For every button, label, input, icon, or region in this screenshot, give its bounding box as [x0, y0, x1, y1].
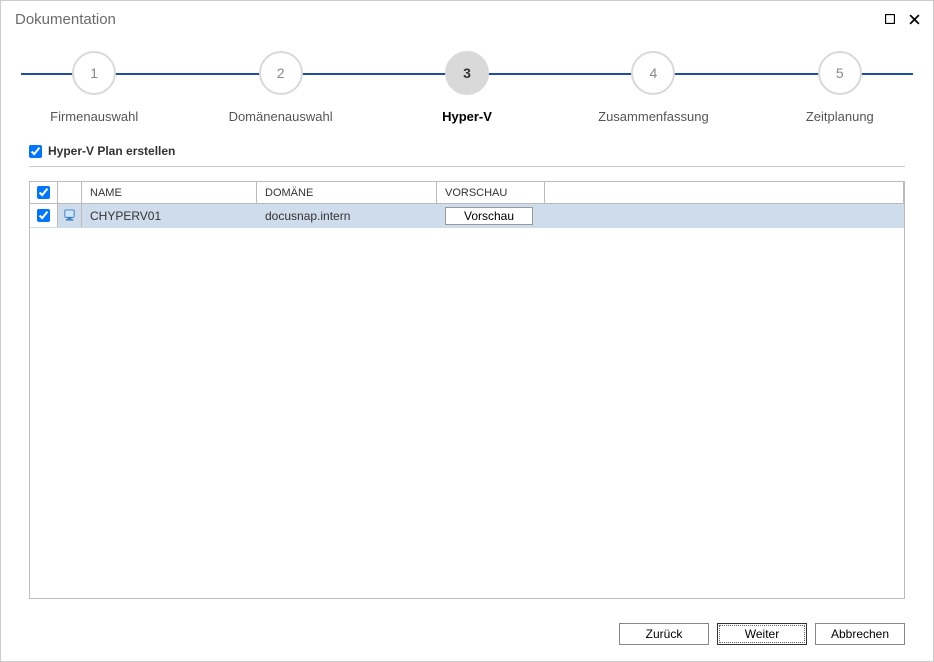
- step-number: 1: [72, 51, 116, 95]
- footer: Zurück Weiter Abbrechen: [1, 611, 933, 661]
- grid: NAME DOMÄNE VORSCHAU: [29, 181, 905, 599]
- back-button[interactable]: Zurück: [619, 623, 709, 645]
- row-name: CHYPERV01: [82, 204, 257, 227]
- step-number: 3: [445, 51, 489, 95]
- server-icon: [63, 209, 76, 222]
- content-area: Hyper-V Plan erstellen NAME DOMÄNE VORSC…: [1, 130, 933, 611]
- header-spacer: [545, 182, 904, 203]
- window-title: Dokumentation: [15, 11, 116, 28]
- close-icon[interactable]: [905, 10, 923, 28]
- step-number: 4: [631, 51, 675, 95]
- step-domaenenauswahl[interactable]: 2 Domänenauswahl: [187, 51, 373, 124]
- next-button[interactable]: Weiter: [717, 623, 807, 645]
- row-preview-cell: Vorschau: [437, 204, 545, 227]
- cancel-button[interactable]: Abbrechen: [815, 623, 905, 645]
- step-label: Zusammenfassung: [598, 109, 709, 124]
- maximize-icon[interactable]: [881, 10, 899, 28]
- header-checkbox-col: [30, 182, 58, 203]
- titlebar: Dokumentation: [1, 1, 933, 33]
- grid-header: NAME DOMÄNE VORSCHAU: [30, 182, 904, 204]
- step-hyper-v[interactable]: 3 Hyper-V: [374, 51, 560, 124]
- header-name[interactable]: NAME: [82, 182, 257, 203]
- row-domain: docusnap.intern: [257, 204, 437, 227]
- step-label: Firmenauswahl: [50, 109, 138, 124]
- create-plan-label: Hyper-V Plan erstellen: [48, 144, 175, 158]
- step-zusammenfassung[interactable]: 4 Zusammenfassung: [560, 51, 746, 124]
- step-zeitplanung[interactable]: 5 Zeitplanung: [747, 51, 933, 124]
- stepper: 1 Firmenauswahl 2 Domänenauswahl 3 Hyper…: [1, 33, 933, 130]
- step-number: 2: [259, 51, 303, 95]
- create-plan-checkbox[interactable]: [29, 145, 42, 158]
- header-domain[interactable]: DOMÄNE: [257, 182, 437, 203]
- row-checkbox-cell: [30, 204, 58, 227]
- header-icon-col: [58, 182, 82, 203]
- option-row: Hyper-V Plan erstellen: [29, 138, 905, 167]
- row-icon-cell: [58, 204, 82, 227]
- step-label: Zeitplanung: [806, 109, 874, 124]
- select-all-checkbox[interactable]: [37, 186, 50, 199]
- row-checkbox[interactable]: [37, 209, 50, 222]
- preview-button[interactable]: Vorschau: [445, 207, 533, 225]
- step-firmenauswahl[interactable]: 1 Firmenauswahl: [1, 51, 187, 124]
- window-controls: [881, 10, 923, 28]
- step-label: Domänenauswahl: [229, 109, 333, 124]
- header-preview[interactable]: VORSCHAU: [437, 182, 545, 203]
- grid-body: CHYPERV01 docusnap.intern Vorschau: [30, 204, 904, 598]
- step-label: Hyper-V: [442, 109, 492, 124]
- table-row[interactable]: CHYPERV01 docusnap.intern Vorschau: [30, 204, 904, 228]
- row-spacer: [545, 204, 904, 227]
- step-number: 5: [818, 51, 862, 95]
